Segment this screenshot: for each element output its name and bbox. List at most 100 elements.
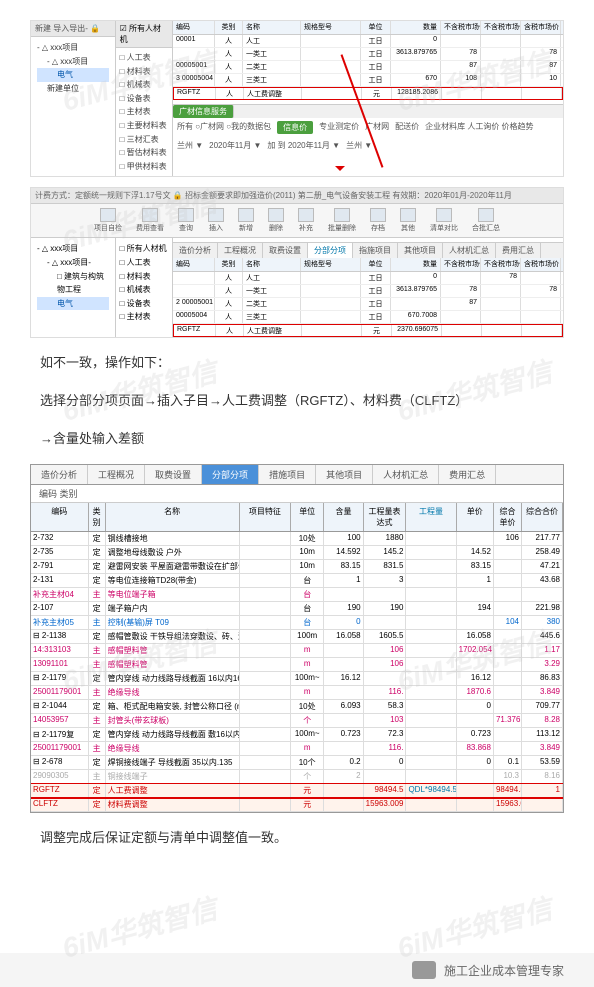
table-row[interactable]: 25001179001主绝缘导线m116.1870.63.849 [31, 686, 563, 700]
table-tabs[interactable]: 造价分析工程概况取费设置分部分项措施项目其他项目人材机汇总费用汇总 [31, 465, 563, 485]
tab[interactable]: 指施项目 [353, 243, 398, 258]
category-item[interactable]: □ 主要材料表 [120, 119, 168, 133]
category-item[interactable]: □ 人工表 [120, 256, 168, 270]
region-filter[interactable]: 兰州 ▼ 2020年11月 ▼ 加 到 2020年11月 ▼ 兰州 ▼ [173, 137, 563, 154]
tab[interactable]: 工程概况 [88, 465, 145, 484]
tree-item[interactable]: - △ xxx项目 [37, 242, 109, 256]
project-tree[interactable]: - △ xxx项目- △ xxx项目-□ 建筑与构筑物工程电气 [31, 238, 116, 337]
table-row[interactable]: 00001人人工工日0 [173, 35, 563, 48]
category-item[interactable]: □ 主材表 [120, 105, 168, 119]
category-item[interactable]: □ 所有人材机 [120, 242, 168, 256]
date-select[interactable]: 2020年11月 ▼ [209, 140, 261, 151]
table-row[interactable]: 人一类工工日3613.8797657878 [173, 285, 563, 298]
table-row[interactable]: 补充主材04主等电位端子箱台 [31, 588, 563, 602]
ribbon-btn[interactable]: 补充 [293, 208, 319, 233]
tab[interactable]: 工程概况 [218, 243, 263, 258]
tree-item[interactable]: - △ xxx项目 [37, 41, 109, 55]
table-row[interactable]: 3 00005004人三类工工日67010810 [173, 74, 563, 87]
table-row[interactable]: 2-791定避雷网安装 平屋面避雷带敷设在扩部设10m83.15831.583.… [31, 560, 563, 574]
tab[interactable]: 造价分析 [173, 243, 218, 258]
tree-item[interactable]: - △ xxx项目- [37, 256, 109, 270]
filter-opt[interactable]: 企业材料库 人工询价 价格趋势 [425, 121, 533, 134]
filter-bar[interactable]: 所有 ○广材网 ○我的数据包 信息价 专业测定价 广材网 配送价 企业材料库 人… [173, 118, 563, 137]
info-price-btn[interactable]: 信息价 [277, 121, 313, 134]
lower-tabs[interactable]: 广材信息服务 [173, 104, 563, 118]
tab[interactable]: 分部分项 [202, 465, 259, 484]
category-item[interactable]: □ 主材表 [120, 310, 168, 324]
category-item[interactable]: □ 人工表 [120, 51, 168, 65]
tree-item[interactable]: 电气 [37, 297, 109, 311]
tab[interactable]: 造价分析 [31, 465, 88, 484]
region-select[interactable]: 兰州 ▼ [177, 140, 203, 151]
tab-gcinfo[interactable]: 广材信息服务 [173, 105, 234, 118]
table-row[interactable]: 补充主材05主控制(基输)屏 T09台0104380 [31, 616, 563, 630]
ribbon-btn[interactable]: 项目自检 [89, 208, 127, 233]
category-list[interactable]: □ 人工表□ 材料表□ 机械表□ 设备表□ 主材表□ 主要材料表□ 三材汇表□ … [116, 48, 172, 176]
filter-opt[interactable]: 配送价 [395, 121, 419, 134]
filter-opt[interactable]: 广材网 [365, 121, 389, 134]
table-row[interactable]: 00005004人三类工工日670.7008 [173, 311, 563, 324]
table-row[interactable]: 2-131定等电位连接箱TD28(带金)台13143.68 [31, 574, 563, 588]
category-item[interactable]: □ 材料表 [120, 270, 168, 284]
table-row[interactable]: 人人工工日078 [173, 272, 563, 285]
tab[interactable]: 取费设置 [263, 243, 308, 258]
category-item[interactable]: □ 暂估材料表 [120, 146, 168, 160]
project-tree[interactable]: - △ xxx项目- △ xxx项目电气新建单位 [31, 37, 115, 99]
ribbon-btn[interactable]: 其他 [395, 208, 421, 233]
grid-body[interactable]: 人人工工日078人一类工工日3613.87976578782 00005001人… [173, 272, 563, 337]
region-select2[interactable]: 兰州 ▼ [346, 140, 372, 151]
ribbon-btn[interactable]: 合批汇总 [467, 208, 505, 233]
tab[interactable]: 分部分项 [308, 243, 353, 258]
table-row[interactable]: 2-107定端子箱户内台190190194221.98 [31, 602, 563, 616]
category-item[interactable]: □ 甲供材料表 [120, 160, 168, 174]
tab[interactable]: 人材机汇总 [373, 465, 439, 484]
table-row[interactable]: CLFTZ定材料费调整元15963.00915963.009 [31, 798, 563, 812]
category-item[interactable]: □ 设备表 [120, 92, 168, 106]
tab[interactable]: 费用汇总 [439, 465, 496, 484]
tree-item[interactable]: - △ xxx项目 [37, 55, 109, 69]
category-item[interactable]: □ 材料表 [120, 65, 168, 79]
ribbon-btn[interactable]: 删除 [263, 208, 289, 233]
table-row[interactable]: 29090305主铜接线端子个210.38.16 [31, 770, 563, 784]
table-row[interactable]: 2-735定调整地母线敷设 户外10m14.592145.214.52258.4… [31, 546, 563, 560]
tab[interactable]: 措施项目 [259, 465, 316, 484]
tree-item[interactable]: 电气 [37, 68, 109, 82]
tab[interactable]: 人材机汇总 [443, 243, 496, 258]
table-row[interactable]: 25001179001主绝缘导线m116.83.8683.849 [31, 742, 563, 756]
grid-body[interactable]: 00001人人工工日0人一类工工日3613.879765787800005001… [173, 35, 563, 100]
table-row[interactable]: RGFTZ定人工费调整元98494.5QDL*98494.598494.51 [31, 784, 563, 798]
tab[interactable]: 取费设置 [145, 465, 202, 484]
table-row[interactable]: 2-732定钢线槽接地10处1001880106217.77 [31, 532, 563, 546]
category-item[interactable]: □ 机械表 [120, 283, 168, 297]
tab[interactable]: 其他项目 [316, 465, 373, 484]
mid-header[interactable]: ☑ 所有人材机 [116, 21, 172, 48]
table-row[interactable]: ⊟ 2-1179复定管内穿线 动力线路导线截面 敷16以内135100m~0.7… [31, 728, 563, 742]
category-item[interactable]: □ 机械表 [120, 78, 168, 92]
table-row[interactable]: ⊟ 2-1044定箱、柜式配电箱安装, 封管公称口径 (mm以内)10010处6… [31, 700, 563, 714]
table-row[interactable]: 00005001人二类工工日8787 [173, 61, 563, 74]
table-row[interactable]: 13091101主感帽塑料管m1063.29 [31, 658, 563, 672]
table-row[interactable]: ⊟ 2-678定焊铜接线端子 导线截面 35以内.13510个0.2000.15… [31, 756, 563, 770]
ribbon-btn[interactable]: 批量删除 [323, 208, 361, 233]
table-row[interactable]: 人一类工工日3613.8797657878 [173, 48, 563, 61]
ribbon-btn[interactable]: 清单对比 [425, 208, 463, 233]
table-row[interactable]: RGFTZ人人工费调整元2370.696075 [173, 324, 563, 337]
table-body[interactable]: 2-732定钢线槽接地10处1001880106217.772-735定调整地母… [31, 532, 563, 812]
ribbon-toolbar[interactable]: 项目自检费用查看查询插入新增删除补充批量删除存档其他清单对比合批汇总 [31, 204, 563, 238]
tab[interactable]: 其他项目 [398, 243, 443, 258]
tab[interactable]: 费用汇总 [496, 243, 541, 258]
date-to-select[interactable]: 加 到 2020年11月 ▼ [267, 140, 340, 151]
tree-item[interactable]: □ 建筑与构筑物工程 [37, 270, 109, 297]
tree-item[interactable]: 新建单位 [37, 82, 109, 96]
category-list[interactable]: □ 所有人材机□ 人工表□ 材料表□ 机械表□ 设备表□ 主材表 [116, 238, 173, 337]
ribbon-btn[interactable]: 费用查看 [131, 208, 169, 233]
ribbon-btn[interactable]: 查询 [173, 208, 199, 233]
filter-opt[interactable]: 专业测定价 [319, 121, 359, 134]
table-row[interactable]: 2 00005001人二类工工日87 [173, 298, 563, 311]
category-item[interactable]: □ 设备表 [120, 297, 168, 311]
table-row[interactable]: 14053957主封管头(带玄球板)个10371.3768.28 [31, 714, 563, 728]
category-item[interactable]: □ 三材汇表 [120, 133, 168, 147]
toolbar[interactable]: 新建 导入导出- 🔒 [31, 21, 115, 37]
table-row[interactable]: RGFTZ人人工费调整元128185.2086 [173, 87, 563, 100]
table-row[interactable]: ⊟ 2-1138定感帽管敷设 干铁导组法穿敷设、砖、混基土挂帐设打孔位 (孔尺寸… [31, 630, 563, 644]
